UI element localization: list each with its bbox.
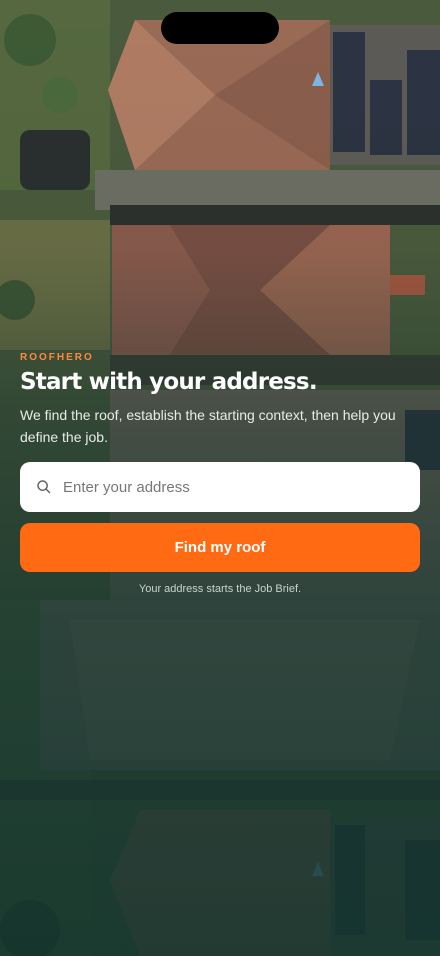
address-input[interactable]: [63, 478, 404, 496]
brand-label: ROOFHERO: [20, 352, 94, 363]
search-icon: [36, 479, 52, 495]
find-my-roof-button[interactable]: Find my roof: [20, 523, 420, 572]
dynamic-island: [161, 12, 279, 44]
address-entry-panel: ROOFHERO Start with your address. We fin…: [20, 352, 420, 595]
page-subtitle: We find the roof, establish the starting…: [20, 407, 396, 445]
address-entry-screen: ROOFHERO Start with your address. We fin…: [0, 0, 440, 956]
address-search-field[interactable]: [20, 462, 420, 512]
helper-text: Your address starts the Job Brief.: [138, 583, 302, 595]
page-title: Start with your address.: [20, 369, 318, 395]
